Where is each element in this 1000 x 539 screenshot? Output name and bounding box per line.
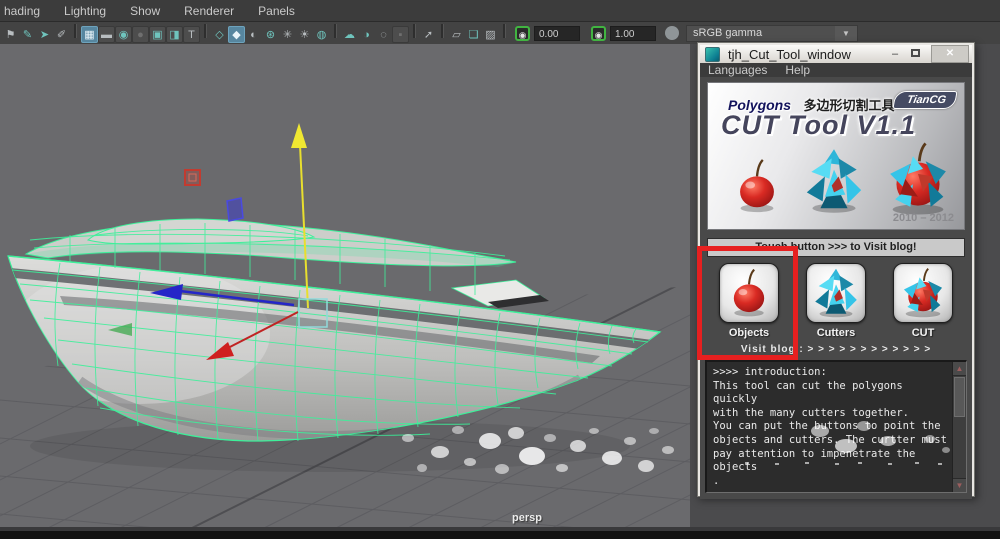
bookmark-icon[interactable]: ⚑ <box>2 26 19 43</box>
grid-icon[interactable]: ▦ <box>81 25 98 43</box>
y-axis-handle[interactable] <box>299 144 309 309</box>
duplicate-view-icon[interactable]: ❏ <box>465 26 482 43</box>
gamma-field[interactable]: 1.00 <box>610 25 656 41</box>
depth-peel-icon[interactable]: ▪ <box>392 25 409 43</box>
field-chart-icon[interactable]: ▣ <box>149 25 166 43</box>
menu-help[interactable]: Help <box>785 63 810 77</box>
menu-item-lighting[interactable]: Lighting <box>64 4 106 18</box>
shaded-icon[interactable]: ◆ <box>228 25 245 43</box>
shadows-icon[interactable]: ◍ <box>313 26 330 43</box>
viewport-toolbar: ⚑ ✎ ➤ ✐ ▦ ▬ ◉ ● ▣ ◨ T ◇ ◆ ◐ ⊛ ✳ ☀ ◍ ☁ ◑ ◌ ▪ ➚ ▱ ❏ ▨ ◉ 0.00 ◉ 1.00… <box>0 22 1000 44</box>
ao-icon[interactable]: ☁ <box>341 26 358 43</box>
plane-handle-red[interactable] <box>184 169 201 186</box>
exposure-icon[interactable]: ◉ <box>515 25 530 41</box>
scrollbar-thumb[interactable] <box>954 377 965 417</box>
ship-model[interactable] <box>7 218 662 442</box>
cut-apple-icon <box>893 263 953 323</box>
view-transform-icon[interactable] <box>665 26 679 40</box>
chevron-down-icon[interactable]: ▼ <box>835 25 857 41</box>
cut-apple-image <box>888 142 948 216</box>
motion-blur-icon[interactable]: ◑ <box>358 26 375 43</box>
film-gate-icon[interactable]: ▬ <box>98 25 115 43</box>
bottom-bar <box>0 531 1000 539</box>
window-menu-bar: Languages Help <box>700 63 972 77</box>
safe-action-icon[interactable]: ◨ <box>166 25 183 43</box>
scroll-up-icon[interactable]: ▲ <box>953 362 966 376</box>
toolbar-separator <box>204 23 207 38</box>
xray-icon[interactable]: ✳ <box>279 26 296 43</box>
cutters-button-label: Cutters <box>816 327 856 339</box>
menu-item-hading[interactable]: hading <box>4 4 40 18</box>
camera-label: persp <box>512 512 542 524</box>
image-plane-icon[interactable]: ▨ <box>482 26 499 43</box>
ik-handle-icon[interactable]: ➤ <box>36 26 53 43</box>
minimize-button[interactable]: – <box>885 47 905 62</box>
pencil-icon[interactable]: ✐ <box>53 26 70 43</box>
menu-item-panels[interactable]: Panels <box>258 4 295 18</box>
colorspace-value: sRGB gamma <box>693 27 763 39</box>
center-handle[interactable] <box>298 298 328 328</box>
toolbar-separator <box>503 23 506 38</box>
wireframe-icon[interactable]: ◇ <box>211 26 228 43</box>
maximize-icon <box>910 48 920 57</box>
menu-languages[interactable]: Languages <box>708 63 767 77</box>
colorspace-dropdown[interactable]: sRGB gamma ▼ <box>686 24 858 42</box>
y-axis-arrowhead[interactable] <box>291 123 307 148</box>
toolbar-separator <box>334 23 337 38</box>
toolbar-separator <box>74 23 77 38</box>
menu-item-renderer[interactable]: Renderer <box>184 4 234 18</box>
toolbar-separator <box>441 23 444 38</box>
ship-top-cabin <box>86 218 316 245</box>
gamma-icon[interactable]: ◉ <box>591 25 606 41</box>
window-title: tjh_Cut_Tool_window <box>728 46 851 62</box>
maximize-button[interactable] <box>905 47 925 62</box>
resolution-gate-icon[interactable]: ◉ <box>115 25 132 43</box>
exposure-field[interactable]: 0.00 <box>534 25 580 41</box>
description-text: >>>> introduction: This tool can cut the… <box>713 366 947 487</box>
wireframe-on-shaded-icon[interactable]: ⊛ <box>262 26 279 43</box>
plane-handle-blue[interactable] <box>226 197 244 222</box>
tiancg-logo: TianCG <box>892 91 958 109</box>
description-textarea[interactable]: >>>> introduction: This tool can cut the… <box>705 360 967 494</box>
textured-icon[interactable]: ◐ <box>245 26 262 43</box>
close-button[interactable]: ✕ <box>931 45 969 63</box>
scrollbar[interactable]: ▲ ▼ <box>952 362 966 493</box>
annotation-highlight-box <box>697 246 798 360</box>
menu-item-show[interactable]: Show <box>130 4 160 18</box>
toolbar-icons: ⚑ ✎ ➤ ✐ ▦ ▬ ◉ ● ▣ ◨ T ◇ ◆ ◐ ⊛ ✳ ☀ ◍ ☁ ◑ ◌ ▪ ➚ ▱ ❏ ▨ <box>2 23 510 43</box>
cutters-button[interactable]: Cutters <box>800 263 872 339</box>
crystal-image <box>806 149 862 213</box>
scroll-down-icon[interactable]: ▼ <box>953 478 966 493</box>
toolbar-separator <box>413 23 416 38</box>
isolate-select-icon[interactable]: ▱ <box>448 26 465 43</box>
panel-menu-bar: hading Lighting Show Renderer Panels <box>0 0 1000 22</box>
window-titlebar[interactable]: tjh_Cut_Tool_window – ✕ <box>700 45 972 63</box>
safe-title-icon[interactable]: T <box>183 25 200 43</box>
banner: Polygons 多边形切割工具 CUT Tool V1.1 TianCG 20… <box>707 82 965 230</box>
crystal-icon <box>806 263 866 323</box>
apple-image <box>738 158 776 214</box>
cut-button-label: CUT <box>911 327 935 339</box>
grease-pencil-icon[interactable]: ✎ <box>19 26 36 43</box>
perspective-viewport[interactable]: persp <box>0 44 690 531</box>
lighting-icon[interactable]: ☀ <box>296 26 313 43</box>
multisample-icon[interactable]: ◌ <box>375 26 392 43</box>
banner-years: 2010 – 2012 <box>892 212 954 224</box>
cut-button[interactable]: CUT <box>887 263 959 339</box>
maya-icon <box>705 46 720 62</box>
maya-application: hading Lighting Show Renderer Panels ⚑ ✎ ➤ ✐ ▦ ▬ ◉… <box>0 0 1000 539</box>
select-tool-icon[interactable]: ➚ <box>420 26 437 43</box>
gate-mask-icon[interactable]: ● <box>132 25 149 43</box>
viewport-scene <box>0 123 690 531</box>
